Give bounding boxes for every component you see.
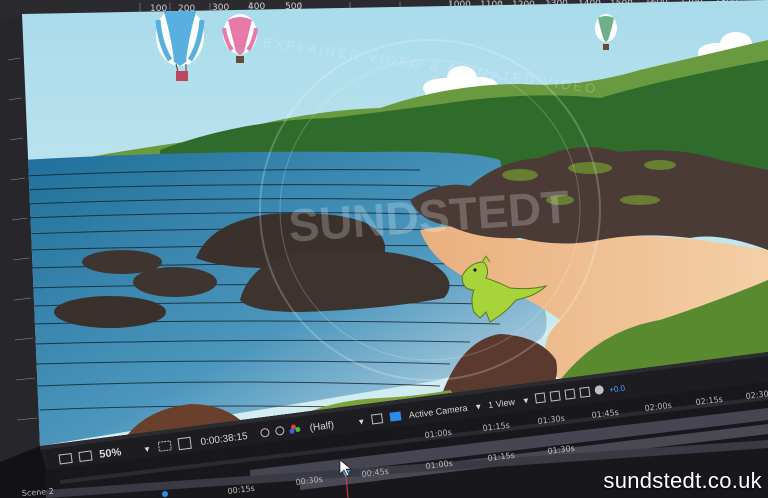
after-effects-screen: 100 200 300 400 500 1000 1100 1200 1300 … bbox=[0, 0, 768, 498]
views-dropdown-icon[interactable]: ▼ bbox=[521, 396, 530, 406]
camera-dropdown-icon[interactable]: ▼ bbox=[474, 402, 483, 412]
resolution-dropdown-icon[interactable]: ▼ bbox=[357, 417, 366, 427]
in-point-marker[interactable] bbox=[162, 491, 168, 497]
sea-rock bbox=[133, 267, 217, 297]
sea-rock bbox=[54, 296, 166, 328]
toggle-transparency-grid-icon[interactable] bbox=[389, 411, 402, 422]
zoom-dropdown-icon[interactable]: ▼ bbox=[143, 444, 152, 454]
website-credit: sundstedt.co.uk bbox=[603, 468, 762, 493]
